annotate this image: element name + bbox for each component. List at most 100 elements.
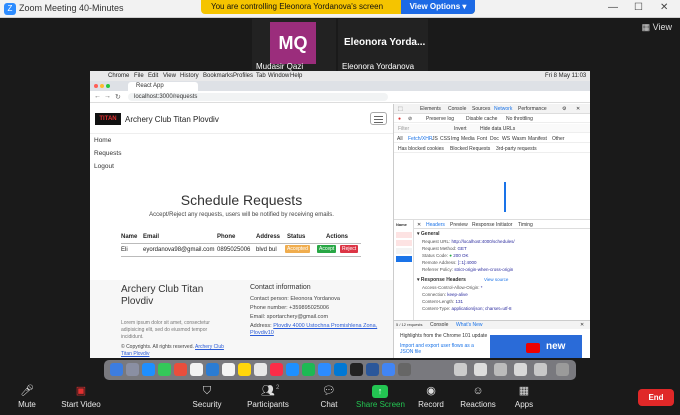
nav-requests[interactable]: Requests <box>94 150 121 157</box>
traffic-minimize-icon[interactable] <box>100 84 104 88</box>
filter-input[interactable]: Filter <box>398 126 409 132</box>
nav-home[interactable]: Home <box>94 137 111 144</box>
filter-img[interactable]: Img <box>451 136 459 142</box>
menu-item[interactable]: History <box>180 73 199 79</box>
share-screen-button[interactable]: ↑ Share Screen <box>356 381 405 415</box>
filter-manifest[interactable]: Manifest <box>528 136 547 142</box>
folder-icon[interactable] <box>534 363 547 376</box>
calendar-icon[interactable] <box>222 363 235 376</box>
whats-new-link[interactable]: Import and export user flows as a JSON f… <box>400 343 486 355</box>
menu-item[interactable]: Help <box>290 73 302 79</box>
folder-icon[interactable] <box>474 363 487 376</box>
mute-button[interactable]: 🎤︎ Mute <box>10 381 44 415</box>
notes-icon[interactable] <box>238 363 251 376</box>
menu-item[interactable]: Window <box>268 73 289 79</box>
inspect-icon[interactable]: ⬚ <box>398 106 403 112</box>
chrome-dock-icon[interactable] <box>382 363 395 376</box>
network-timeline[interactable] <box>394 174 590 220</box>
vscode-icon[interactable] <box>334 363 347 376</box>
list-item[interactable] <box>396 256 412 262</box>
messages-icon[interactable] <box>158 363 171 376</box>
folder-icon[interactable] <box>454 363 467 376</box>
participants-button[interactable]: 👥︎ 2 Participants <box>246 381 290 415</box>
finder-icon[interactable] <box>110 363 123 376</box>
launchpad-icon[interactable] <box>126 363 139 376</box>
menu-item[interactable]: View <box>163 73 176 79</box>
invert-checkbox[interactable]: Invert <box>454 126 467 132</box>
reactions-button[interactable]: ☺ Reactions <box>460 381 496 415</box>
address-bar[interactable]: localhost:3000/requests <box>128 93 388 101</box>
end-meeting-button[interactable]: End <box>638 389 674 406</box>
tab-whats-new[interactable]: What's New <box>456 322 483 328</box>
facetime-icon[interactable] <box>206 363 219 376</box>
tab-preview[interactable]: Preview <box>450 222 468 228</box>
filter-media[interactable]: Media <box>461 136 475 142</box>
folder-icon[interactable] <box>514 363 527 376</box>
clear-icon[interactable]: ⊘ <box>408 116 412 122</box>
view-options-button[interactable]: View Options ▾ <box>401 0 475 14</box>
shared-screen[interactable]: Chrome File Edit View History Bookmarks … <box>90 71 590 358</box>
terminal-icon[interactable] <box>350 363 363 376</box>
tab-console-drawer[interactable]: Console <box>430 322 448 328</box>
security-button[interactable]: ⛉ Security <box>190 381 224 415</box>
close-icon[interactable]: ✕ <box>660 2 668 13</box>
tab-initiator[interactable]: Initiator <box>496 222 512 228</box>
response-headers-toggle[interactable]: ▾ Response Headers <box>417 277 466 283</box>
trash-icon[interactable] <box>556 363 569 376</box>
list-item[interactable] <box>396 240 412 246</box>
filter-js[interactable]: JS <box>432 136 438 142</box>
participant-tile[interactable]: MQ Mudasir Qazi <box>252 19 336 71</box>
participant-tile[interactable]: Eleonora Yorda... Eleonora Yordanova <box>338 19 428 71</box>
settings-icon[interactable]: ⚙ <box>562 106 566 112</box>
filter-css[interactable]: CSS <box>440 136 450 142</box>
filter-all[interactable]: All <box>397 136 403 142</box>
club-logo[interactable]: TITAN <box>95 113 121 125</box>
list-item[interactable] <box>396 248 412 254</box>
zoom-dock-icon[interactable] <box>318 363 331 376</box>
nav-logout[interactable]: Logout <box>94 163 114 170</box>
filter-wasm[interactable]: Wasm <box>512 136 526 142</box>
appstore-icon[interactable] <box>286 363 299 376</box>
view-button[interactable]: ▦ View <box>642 22 672 33</box>
menu-item[interactable]: Chrome <box>108 73 129 79</box>
view-source-link[interactable]: View source <box>484 277 508 282</box>
close-detail-icon[interactable]: ✕ <box>417 222 421 228</box>
reload-icon[interactable]: ↻ <box>115 93 121 101</box>
menu-toggle-button[interactable] <box>370 112 387 125</box>
word-icon[interactable] <box>366 363 379 376</box>
tab-response[interactable]: Response <box>472 222 495 228</box>
traffic-close-icon[interactable] <box>94 84 98 88</box>
filter-fetch[interactable]: Fetch/XHR <box>408 136 432 142</box>
tab-timing[interactable]: Timing <box>518 222 533 228</box>
blocked-cookies-checkbox[interactable]: Has blocked cookies <box>398 146 444 152</box>
folder-icon[interactable] <box>494 363 507 376</box>
throttling-select[interactable]: No throttling <box>506 116 533 122</box>
music-icon[interactable] <box>270 363 283 376</box>
general-section-toggle[interactable]: ▾ General <box>417 231 440 237</box>
record-icon[interactable]: ● <box>398 116 401 122</box>
tab-console[interactable]: Console <box>448 106 466 112</box>
maximize-icon[interactable]: ☐ <box>634 2 643 13</box>
preserve-log-checkbox[interactable]: Preserve log <box>426 116 454 122</box>
accept-button[interactable]: Accept <box>317 245 337 253</box>
start-video-button[interactable]: ▣ Start Video <box>58 381 104 415</box>
chat-button[interactable]: 💬︎ Chat <box>316 381 342 415</box>
back-icon[interactable]: ← <box>94 93 101 100</box>
forward-icon[interactable]: → <box>104 93 111 100</box>
menu-item[interactable]: Bookmarks <box>203 73 233 79</box>
minimize-icon[interactable]: — <box>608 2 618 13</box>
browser-tab[interactable]: React App <box>128 82 198 91</box>
video-thumbnail[interactable]: new <box>490 335 582 358</box>
disable-cache-checkbox[interactable]: Disable cache <box>466 116 497 122</box>
filter-font[interactable]: Font <box>477 136 487 142</box>
tab-network[interactable]: Network <box>494 106 512 112</box>
hide-data-urls-checkbox[interactable]: Hide data URLs <box>480 126 515 132</box>
tab-sources[interactable]: Sources <box>472 106 490 112</box>
third-party-checkbox[interactable]: 3rd-party requests <box>496 146 537 152</box>
tab-performance[interactable]: Performance <box>518 106 547 112</box>
menu-item[interactable]: Profiles <box>233 73 253 79</box>
list-item[interactable] <box>396 232 412 238</box>
menu-item[interactable]: Edit <box>148 73 158 79</box>
tab-elements[interactable]: Elements <box>420 106 441 112</box>
close-drawer-icon[interactable]: ✕ <box>580 322 584 328</box>
